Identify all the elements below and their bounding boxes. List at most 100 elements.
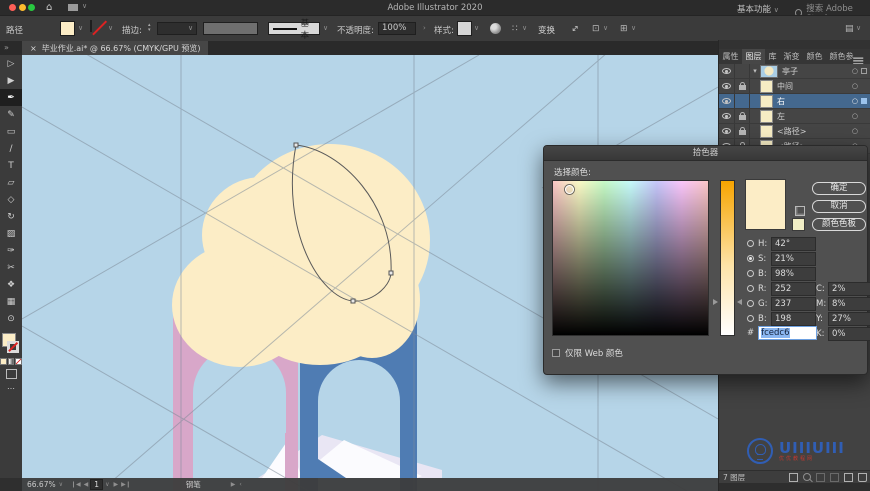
layer-name[interactable]: 亭子	[782, 66, 798, 77]
align-caret-icon[interactable]: ∨	[522, 24, 527, 32]
web-only-option[interactable]: 仅限 Web 颜色	[552, 347, 623, 359]
hex-input[interactable]: fcedc6	[758, 326, 818, 340]
cancel-button[interactable]: 取消	[812, 200, 866, 213]
last-artboard-icon[interactable]: ▶❙	[121, 481, 131, 488]
tab-color[interactable]: 颜色	[803, 49, 826, 64]
tab-gradient[interactable]: 渐变	[780, 49, 803, 64]
tab-layers[interactable]: 图层	[742, 49, 765, 64]
value-field[interactable]: 0%	[828, 326, 870, 341]
stroke-color-swatch[interactable]	[90, 20, 92, 32]
select-similar-icon[interactable]: ⊡	[592, 24, 600, 34]
color-swatches-button[interactable]: 颜色色板	[812, 218, 866, 231]
layer-row[interactable]: <路径> ○	[719, 124, 870, 139]
layer-row[interactable]: ▾ 亭子 ○	[719, 64, 870, 79]
color-field[interactable]	[552, 180, 709, 336]
target-circle-icon[interactable]: ○	[852, 112, 858, 120]
edit-toolbar-icon[interactable]: …	[0, 382, 22, 391]
fill-color-swatch[interactable]	[60, 21, 75, 36]
value-field[interactable]: 8%	[828, 296, 870, 311]
color-mode-row[interactable]	[0, 358, 23, 365]
value-field[interactable]: 252	[771, 281, 816, 296]
lock-toggle[interactable]	[735, 111, 749, 120]
align-icon[interactable]: ∷	[512, 24, 518, 34]
gradient-mode-icon[interactable]	[7, 358, 15, 365]
value-field[interactable]: 27%	[828, 311, 870, 326]
value-field[interactable]: 198	[771, 311, 816, 326]
layer-row[interactable]: 中间 ○	[719, 79, 870, 94]
target-circle-icon[interactable]: ○	[852, 82, 858, 90]
layer-thumbnail[interactable]	[760, 94, 773, 108]
free-transform-tool[interactable]: ▱	[0, 174, 22, 191]
target-circle-icon[interactable]: ○	[852, 67, 858, 75]
width-profile-dropdown[interactable]	[203, 22, 258, 35]
color-field-marker[interactable]	[565, 185, 574, 194]
target-circle-icon[interactable]: ○	[852, 97, 858, 105]
rectangle-tool[interactable]: ▭	[0, 123, 22, 140]
next-artboard-icon[interactable]: ▶	[113, 481, 118, 488]
document-tab[interactable]: × 毕业作业.ai* @ 66.67% (CMYK/GPU 预览)	[22, 41, 209, 55]
select-similar-caret-icon[interactable]: ∨	[603, 24, 608, 32]
ok-button[interactable]: 确定	[812, 182, 866, 195]
value-field[interactable]: 2%	[828, 281, 870, 296]
eraser-tool[interactable]: ◇	[0, 191, 22, 208]
stroke-weight-caret-icon[interactable]: ∨	[188, 24, 193, 32]
radio-icon[interactable]	[747, 240, 754, 247]
recolor-artwork-icon[interactable]	[490, 23, 501, 34]
artboard-number-field[interactable]: 1	[90, 479, 104, 490]
locate-object-icon[interactable]	[803, 473, 811, 481]
value-field[interactable]: 98%	[771, 266, 816, 281]
tab-properties[interactable]: 属性	[719, 49, 742, 64]
visibility-toggle[interactable]	[719, 83, 734, 89]
visibility-toggle[interactable]	[719, 68, 734, 74]
style-swatch[interactable]	[457, 21, 472, 36]
fill-caret-icon[interactable]: ∨	[78, 24, 83, 32]
line-tool[interactable]: ∕	[0, 140, 22, 157]
web-gamut-cube-icon[interactable]	[795, 206, 805, 216]
first-artboard-icon[interactable]: ❙◀	[71, 481, 81, 488]
toolbar-stroke-swatch[interactable]	[7, 341, 19, 353]
fill-stroke-widget[interactable]	[0, 332, 22, 356]
lock-toggle[interactable]	[735, 81, 749, 90]
slider-handle-left-icon[interactable]	[713, 299, 718, 305]
none-mode-icon[interactable]	[15, 358, 23, 365]
lock-toggle[interactable]	[735, 126, 749, 135]
layer-name[interactable]: 中间	[777, 81, 793, 92]
opacity-expand-icon[interactable]: ›	[423, 24, 426, 32]
value-field[interactable]: 42°	[771, 236, 816, 251]
value-field[interactable]: 237	[771, 296, 816, 311]
symbol-tool[interactable]: ❖	[0, 276, 22, 293]
radio-icon[interactable]	[747, 255, 754, 262]
selection-square-icon[interactable]	[861, 98, 867, 104]
artboard-caret-icon[interactable]: ∨	[105, 481, 109, 488]
scissors-tool[interactable]: ✂	[0, 259, 22, 276]
brush-caret-icon[interactable]: ∨	[323, 24, 328, 32]
selection-tool[interactable]: ▷	[0, 55, 22, 72]
layer-name[interactable]: <路径>	[777, 126, 806, 137]
delete-layer-icon[interactable]	[858, 472, 867, 482]
radio-icon[interactable]	[747, 300, 754, 307]
layer-name[interactable]: 左	[777, 111, 785, 122]
isolate-icon[interactable]: ⊞	[620, 24, 628, 34]
transform-link[interactable]: 变换	[538, 24, 555, 36]
artboard-tool[interactable]: ▦	[0, 293, 22, 310]
status-back-icon[interactable]: ‹	[239, 481, 241, 488]
close-tab-icon[interactable]: ×	[30, 44, 37, 53]
target-circle-icon[interactable]: ○	[852, 127, 858, 135]
new-sublayer-icon[interactable]	[830, 472, 839, 482]
status-play-icon[interactable]: ▶	[231, 481, 236, 488]
zoom-level[interactable]: 66.67%	[27, 480, 56, 489]
eyedropper-tool[interactable]: ✑	[0, 242, 22, 259]
docs-grid-caret-icon[interactable]: ∨	[856, 24, 861, 32]
stroke-weight-stepper[interactable]: ▴ ▾	[148, 23, 151, 33]
type-tool[interactable]: T	[0, 157, 22, 174]
zoom-caret-icon[interactable]: ∨	[59, 481, 63, 488]
brush-dropdown[interactable]: 基本	[268, 19, 320, 41]
layer-row[interactable]: 左 ○	[719, 109, 870, 124]
stroke-caret-icon[interactable]: ∨	[108, 24, 113, 32]
saturation-slider[interactable]	[720, 180, 735, 336]
radio-icon[interactable]	[747, 285, 754, 292]
direct-selection-tool[interactable]: ▶	[0, 72, 22, 89]
workspace-switcher[interactable]: 基本功能 ∨	[737, 3, 779, 15]
visibility-toggle[interactable]	[719, 128, 734, 134]
slider-handle-right-icon[interactable]	[737, 299, 742, 305]
